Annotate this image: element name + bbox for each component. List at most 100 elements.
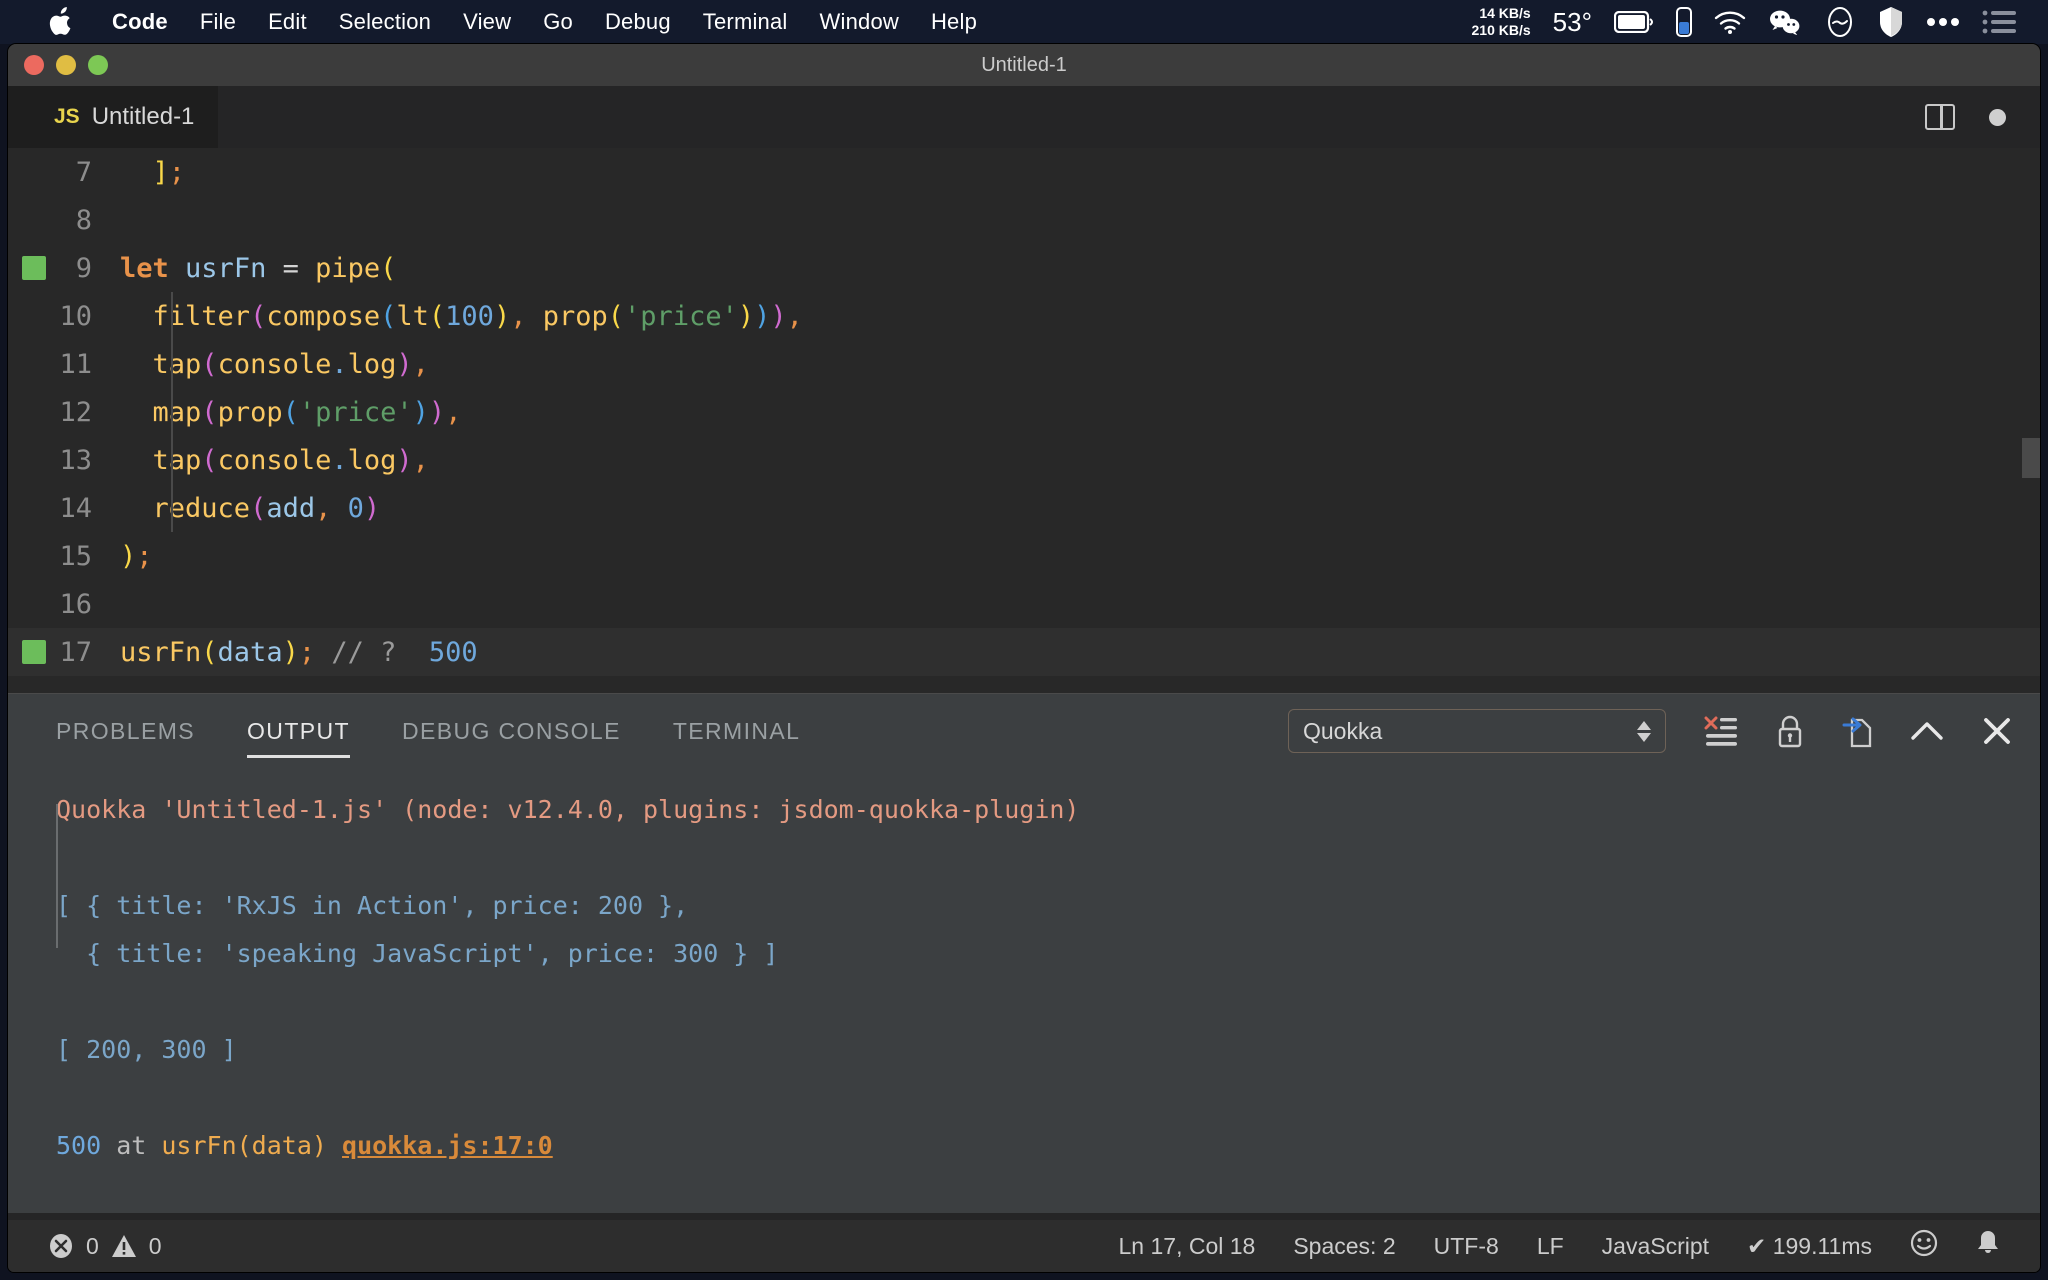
language-mode[interactable]: JavaScript [1602, 1233, 1709, 1260]
menu-item-view[interactable]: View [447, 9, 527, 35]
code-editor[interactable]: 7 ]; 8 9 let usrFn = pipe(10 filter(compose… [8, 148, 2040, 693]
encoding-setting[interactable]: UTF-8 [1434, 1233, 1499, 1260]
vscode-window: Untitled-1 JS Untitled-1 7 ]; 8 9 let usrFn… [8, 44, 2040, 1272]
battery-level-icon[interactable] [1676, 7, 1692, 37]
editor-scrollbar-thumb[interactable] [2022, 438, 2040, 478]
menu-item-terminal[interactable]: Terminal [687, 9, 804, 35]
close-panel-icon[interactable] [1982, 716, 2012, 746]
code-token: 0 [347, 492, 364, 524]
indent-guide [171, 436, 173, 484]
code-token: 'price' [298, 396, 413, 428]
do-not-disturb-icon[interactable] [1824, 6, 1856, 38]
output-line: Quokka 'Untitled-1.js' (node: v12.4.0, p… [56, 786, 2040, 834]
code-token: . [331, 444, 348, 476]
open-in-editor-icon[interactable] [1842, 714, 1872, 748]
code-token: 500 [428, 636, 478, 668]
warning-count[interactable]: 0 [149, 1233, 162, 1260]
output-segment: 500 [56, 1131, 102, 1160]
quokka-live-marker-icon[interactable] [22, 640, 46, 664]
code-line[interactable]: 10 filter(compose(lt(100), prop('price')… [8, 292, 2040, 340]
tab-terminal[interactable]: TERMINAL [673, 694, 801, 768]
code-token: ) [363, 492, 381, 524]
indent-guide [171, 388, 173, 436]
code-line[interactable]: 8 [8, 196, 2040, 244]
list-icon[interactable] [1982, 10, 2016, 34]
feedback-smiley-icon[interactable] [1910, 1229, 1938, 1263]
code-lines-container: 7 ]; 8 9 let usrFn = pipe(10 filter(compose… [8, 148, 2040, 676]
split-editor-icon[interactable] [1925, 104, 1955, 130]
quokka-live-marker-icon[interactable] [22, 256, 46, 280]
ellipsis-icon[interactable] [1926, 17, 1960, 27]
menu-item-code[interactable]: Code [96, 9, 184, 35]
apple-logo-icon[interactable] [48, 7, 74, 37]
code-line[interactable]: 14 reduce(add, 0) [8, 484, 2040, 532]
code-token: let [120, 252, 169, 284]
menu-item-help[interactable]: Help [915, 9, 993, 35]
code-token: ) [428, 396, 446, 428]
window-titlebar: Untitled-1 [8, 44, 2040, 86]
line-number: 8 [75, 204, 92, 236]
error-count[interactable]: 0 [86, 1233, 99, 1260]
shield-icon[interactable] [1878, 6, 1904, 38]
notifications-bell-icon[interactable] [1976, 1229, 2000, 1263]
temperature-indicator[interactable]: 53° [1553, 7, 1592, 38]
menu-item-selection[interactable]: Selection [323, 9, 447, 35]
maximize-panel-icon[interactable] [1910, 718, 1944, 744]
eol-setting[interactable]: LF [1537, 1233, 1564, 1260]
network-speed-indicator[interactable]: 14 KB/s 210 KB/s [1472, 5, 1531, 39]
clear-output-icon[interactable] [1704, 715, 1738, 747]
line-number: 10 [59, 300, 92, 332]
editor-tab-untitled-1[interactable]: JS Untitled-1 [8, 86, 219, 148]
cursor-position[interactable]: Ln 17, Col 18 [1119, 1233, 1256, 1260]
menu-item-debug[interactable]: Debug [589, 9, 687, 35]
code-line[interactable]: 16 [8, 580, 2040, 628]
code-line[interactable]: 13 tap(console.log), [8, 436, 2040, 484]
code-token: . [331, 348, 348, 380]
output-channel-select[interactable]: Quokka [1288, 709, 1666, 753]
code-line[interactable]: 9 let usrFn = pipe( [8, 244, 2040, 292]
wifi-icon[interactable] [1714, 10, 1746, 34]
code-token: tap [152, 444, 202, 476]
wechat-icon[interactable] [1768, 9, 1802, 35]
code-line[interactable]: 12 map(prop('price')), [8, 388, 2040, 436]
code-line[interactable]: 7 ]; [8, 148, 2040, 196]
bottom-panel: PROBLEMS OUTPUT DEBUG CONSOLE TERMINAL Q… [8, 693, 2040, 1213]
output-segment: usrFn(data) [161, 1131, 327, 1160]
code-token: ; [298, 636, 316, 668]
menu-item-go[interactable]: Go [527, 9, 589, 35]
code-token: ) [770, 300, 787, 332]
indentation-setting[interactable]: Spaces: 2 [1293, 1233, 1395, 1260]
code-token: 'price' [624, 300, 738, 332]
menu-item-edit[interactable]: Edit [252, 9, 323, 35]
code-token: filter [152, 300, 251, 332]
battery-icon[interactable] [1614, 11, 1654, 33]
output-segment: at [101, 1131, 162, 1160]
code-line[interactable]: 17 usrFn(data); // ? 500 [8, 628, 2040, 676]
more-actions-icon[interactable] [1989, 108, 2006, 126]
output-indent-guide-2 [56, 900, 58, 948]
status-bar-right: Ln 17, Col 18 Spaces: 2 UTF-8 LF JavaScr… [1119, 1229, 2016, 1263]
quokka-runtime-status[interactable]: ✔ 199.11ms [1747, 1233, 1872, 1260]
source-link[interactable]: quokka.js:17:0 [342, 1131, 553, 1160]
code-line[interactable]: 11 tap(console.log), [8, 340, 2040, 388]
line-number: 11 [59, 348, 92, 380]
code-token: reduce [152, 492, 251, 524]
menu-item-file[interactable]: File [184, 9, 252, 35]
output-content[interactable]: Quokka 'Untitled-1.js' (node: v12.4.0, p… [8, 768, 2040, 1170]
lock-scrolling-icon[interactable] [1776, 714, 1804, 748]
code-token: lt [396, 300, 429, 332]
indent-guide [171, 484, 173, 532]
line-number: 13 [59, 444, 92, 476]
code-line[interactable]: 15); [8, 532, 2040, 580]
tab-debug-console[interactable]: DEBUG CONSOLE [402, 694, 621, 768]
javascript-file-icon: JS [54, 105, 80, 128]
code-token: , [786, 300, 803, 332]
tab-problems[interactable]: PROBLEMS [56, 694, 195, 768]
tab-output[interactable]: OUTPUT [247, 694, 350, 768]
menu-item-window[interactable]: Window [804, 9, 915, 35]
